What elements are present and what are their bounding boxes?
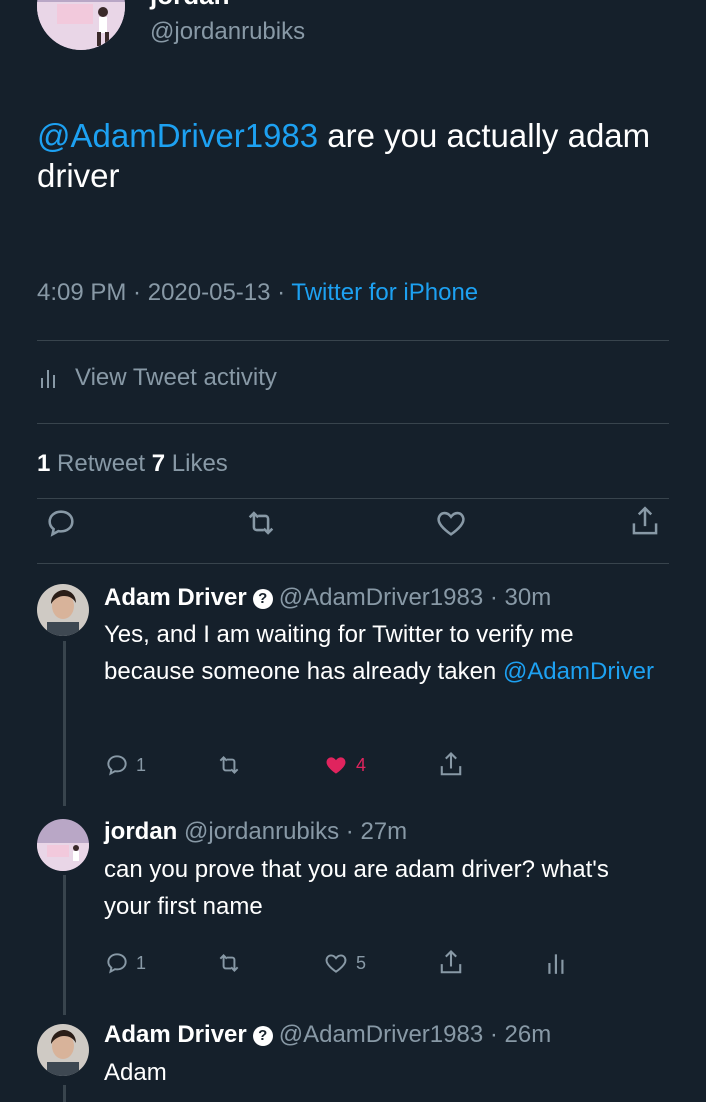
reply-reply-button[interactable]: 1 bbox=[104, 752, 146, 778]
share-icon[interactable] bbox=[437, 750, 465, 780]
like-count: 4 bbox=[356, 754, 367, 775]
analytics-icon[interactable] bbox=[544, 950, 570, 976]
author-avatar[interactable] bbox=[37, 0, 125, 50]
thread-line bbox=[63, 641, 66, 806]
verified-badge-icon: ? bbox=[252, 589, 273, 609]
reply-author-handle[interactable]: @AdamDriver1983 bbox=[279, 584, 483, 611]
like-count: 7 bbox=[151, 450, 166, 477]
reply-reply-button[interactable]: 1 bbox=[104, 950, 146, 976]
mention-link[interactable]: @AdamDriver bbox=[503, 658, 654, 685]
retweet-icon[interactable] bbox=[244, 506, 278, 540]
retweet-icon[interactable] bbox=[216, 752, 242, 778]
reply-author-name[interactable]: Adam Driver bbox=[104, 584, 247, 611]
reply-count: 1 bbox=[136, 754, 147, 775]
reply-text: Adam bbox=[104, 1059, 167, 1086]
reply-author-handle[interactable]: @jordanrubiks bbox=[184, 818, 339, 845]
like-count: 5 bbox=[356, 952, 367, 973]
retweet-count: 1 bbox=[37, 450, 51, 477]
meta-separator: · bbox=[270, 279, 292, 306]
meta-separator: · bbox=[126, 279, 148, 306]
like-icon[interactable] bbox=[434, 506, 468, 540]
view-activity-link[interactable]: View Tweet activity bbox=[37, 364, 277, 392]
reply-time: · 30m bbox=[483, 584, 552, 611]
reply-header: jordan @jordanrubiks · 27m bbox=[104, 818, 407, 846]
mention-link[interactable]: @AdamDriver1983 bbox=[37, 117, 318, 154]
tweet-counts: 1 Retweet 7 Likes bbox=[37, 450, 228, 478]
tweet-date: 2020-05-13 bbox=[147, 279, 271, 306]
thread-line bbox=[63, 1085, 66, 1102]
reply-like-button[interactable]: 4 bbox=[322, 752, 366, 778]
author-handle[interactable]: @jordanrubiks bbox=[150, 18, 305, 46]
heart-filled-icon bbox=[322, 752, 350, 778]
share-icon[interactable] bbox=[628, 504, 662, 540]
divider bbox=[37, 340, 669, 341]
reply-author-name[interactable]: jordan bbox=[104, 818, 177, 845]
divider bbox=[37, 498, 669, 499]
divider bbox=[37, 563, 669, 564]
reply-text: Yes, and I am waiting for Twitter to ver… bbox=[104, 616, 664, 690]
tweet-source[interactable]: Twitter for iPhone bbox=[291, 279, 478, 306]
reply-time: · 26m bbox=[483, 1021, 552, 1048]
author-name[interactable]: jordan bbox=[150, 0, 229, 11]
reply-avatar[interactable] bbox=[37, 584, 89, 636]
reply-icon bbox=[104, 950, 130, 976]
tweet-time: 4:09 PM bbox=[37, 279, 127, 306]
divider bbox=[37, 423, 669, 424]
reply-icon[interactable] bbox=[44, 506, 78, 540]
reply-avatar[interactable] bbox=[37, 1024, 89, 1076]
reply-count: 1 bbox=[136, 952, 147, 973]
reply-header: Adam Driver? @AdamDriver1983 · 30m bbox=[104, 584, 551, 612]
tweet-text: @AdamDriver1983 are you actually adam dr… bbox=[37, 116, 677, 197]
view-activity-label: View Tweet activity bbox=[75, 364, 277, 391]
reply-avatar[interactable] bbox=[37, 819, 89, 871]
reply-like-button[interactable]: 5 bbox=[322, 950, 366, 976]
heart-outline-icon bbox=[322, 950, 350, 976]
reply-header: Adam Driver? @AdamDriver1983 · 26m bbox=[104, 1021, 551, 1049]
verified-badge-icon: ? bbox=[252, 1026, 273, 1046]
reply-icon bbox=[104, 752, 130, 778]
thread-line bbox=[63, 875, 66, 1015]
retweet-count-label[interactable]: Retweet bbox=[50, 450, 145, 477]
tweet-meta: 4:09 PM · 2020-05-13 · Twitter for iPhon… bbox=[37, 279, 478, 307]
like-count-label[interactable]: Likes bbox=[165, 450, 228, 477]
reply-author-name[interactable]: Adam Driver bbox=[104, 1021, 247, 1048]
share-icon[interactable] bbox=[437, 948, 465, 978]
retweet-icon[interactable] bbox=[216, 950, 242, 976]
reply-time: · 27m bbox=[339, 818, 408, 845]
reply-author-handle[interactable]: @AdamDriver1983 bbox=[279, 1021, 483, 1048]
reply-text: can you prove that you are adam driver? … bbox=[104, 856, 609, 921]
analytics-icon bbox=[37, 366, 61, 390]
